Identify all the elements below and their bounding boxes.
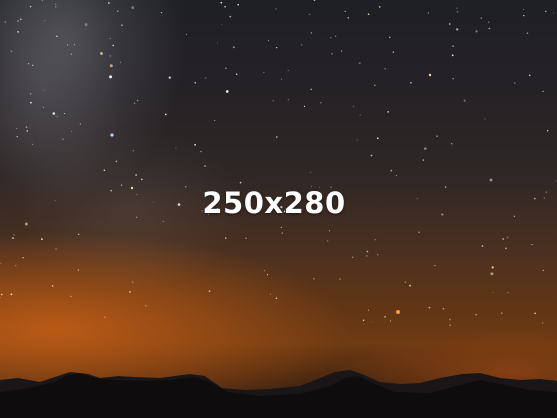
placeholder-image: 250x280 [0,0,557,418]
dimension-label: 250x280 [202,186,346,220]
